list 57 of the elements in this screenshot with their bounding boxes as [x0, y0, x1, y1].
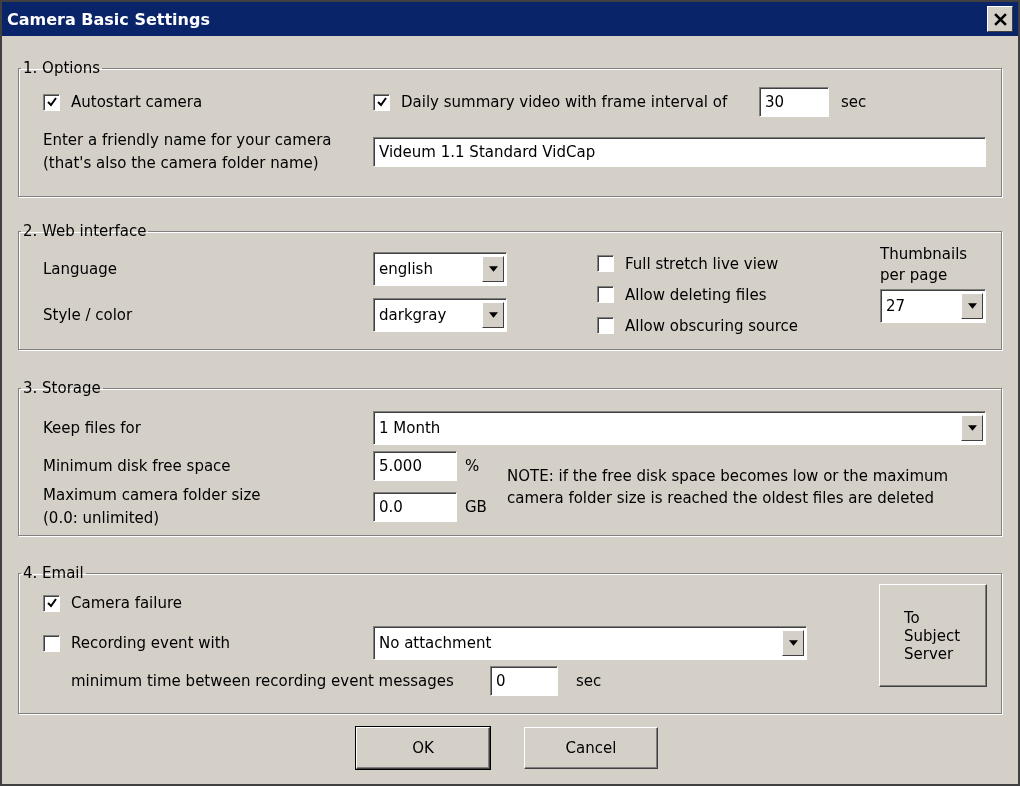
- dropdown-arrow-button[interactable]: [482, 256, 504, 282]
- checkbox[interactable]: [43, 634, 60, 652]
- dropdown-arrow-button[interactable]: [782, 630, 804, 656]
- minimum-time-field[interactable]: 0: [490, 666, 558, 696]
- camera-name-field[interactable]: Videum 1.1 Standard VidCap: [373, 137, 986, 167]
- field-label: Style / color: [43, 306, 134, 324]
- checkbox-label: Allow deleting files: [625, 285, 767, 304]
- field-label: Enter a friendly name for your camera (that's also the camera folder name): [43, 130, 333, 174]
- caret-icon: [967, 425, 977, 431]
- disk-space-field[interactable]: 5.000: [373, 451, 457, 481]
- checkbox[interactable]: [43, 594, 60, 612]
- group-title: 4. Email: [22, 564, 85, 582]
- dialog-button[interactable]: Cancel: [524, 727, 658, 769]
- close-icon: [993, 12, 1007, 26]
- unit-label: %: [465, 457, 481, 475]
- field-label: minimum time between recording event messages: [71, 672, 455, 690]
- group-title: 3. Storage: [22, 379, 102, 397]
- field-label: Minimum disk free space: [43, 457, 232, 475]
- checkbox[interactable]: [597, 317, 614, 334]
- checkbox[interactable]: [597, 255, 614, 272]
- caret-icon: [788, 640, 798, 646]
- dropdown-arrow-button[interactable]: [961, 293, 983, 319]
- group-title: 1. Options: [22, 59, 101, 77]
- close-button[interactable]: [987, 6, 1013, 32]
- group-title: 2. Web interface: [22, 222, 148, 240]
- unit-label: GB: [465, 498, 488, 516]
- field-label: Maximum camera folder size (0.0: unlimited): [43, 485, 262, 529]
- checkbox-label: Allow obscuring source: [625, 316, 799, 335]
- checkbox[interactable]: [597, 286, 614, 303]
- window-title: Camera Basic Settings: [7, 9, 210, 29]
- unit-label: sec: [841, 93, 867, 111]
- dropdown[interactable]: darkgray: [373, 298, 507, 332]
- note-text: NOTE: if the free disk space becomes low or the maximum camera folder size is reached the oldest files are deleted: [507, 466, 949, 509]
- field-label: Thumbnails per page: [880, 244, 969, 286]
- dropdown[interactable]: english: [373, 252, 507, 286]
- checkbox[interactable]: [43, 93, 60, 111]
- checkbox-label: Full stretch live view: [625, 254, 779, 273]
- dropdown[interactable]: No attachment: [373, 626, 807, 660]
- checkbox-label: Daily summary video with frame interval of: [401, 93, 728, 111]
- dropdown[interactable]: 1 Month: [373, 411, 986, 445]
- caret-icon: [488, 266, 498, 272]
- caret-icon: [488, 312, 498, 318]
- checkbox-label: Camera failure: [71, 594, 182, 612]
- checkbox[interactable]: [373, 93, 390, 111]
- folder-size-field[interactable]: 0.0: [373, 492, 457, 522]
- to-subject-server-button[interactable]: To Subject Server: [879, 584, 987, 687]
- dropdown[interactable]: 27: [880, 289, 986, 323]
- dialog-button[interactable]: OK: [356, 727, 490, 769]
- checkbox-label: Autostart camera: [71, 93, 203, 111]
- field-label: Keep files for: [43, 419, 142, 437]
- caret-icon: [967, 303, 977, 309]
- field-label: Language: [43, 260, 119, 278]
- interval-field[interactable]: 30: [759, 87, 829, 117]
- checkbox-label: Recording event with: [71, 634, 231, 652]
- dropdown-arrow-button[interactable]: [961, 415, 983, 441]
- dropdown-arrow-button[interactable]: [482, 302, 504, 328]
- unit-label: sec: [576, 672, 602, 690]
